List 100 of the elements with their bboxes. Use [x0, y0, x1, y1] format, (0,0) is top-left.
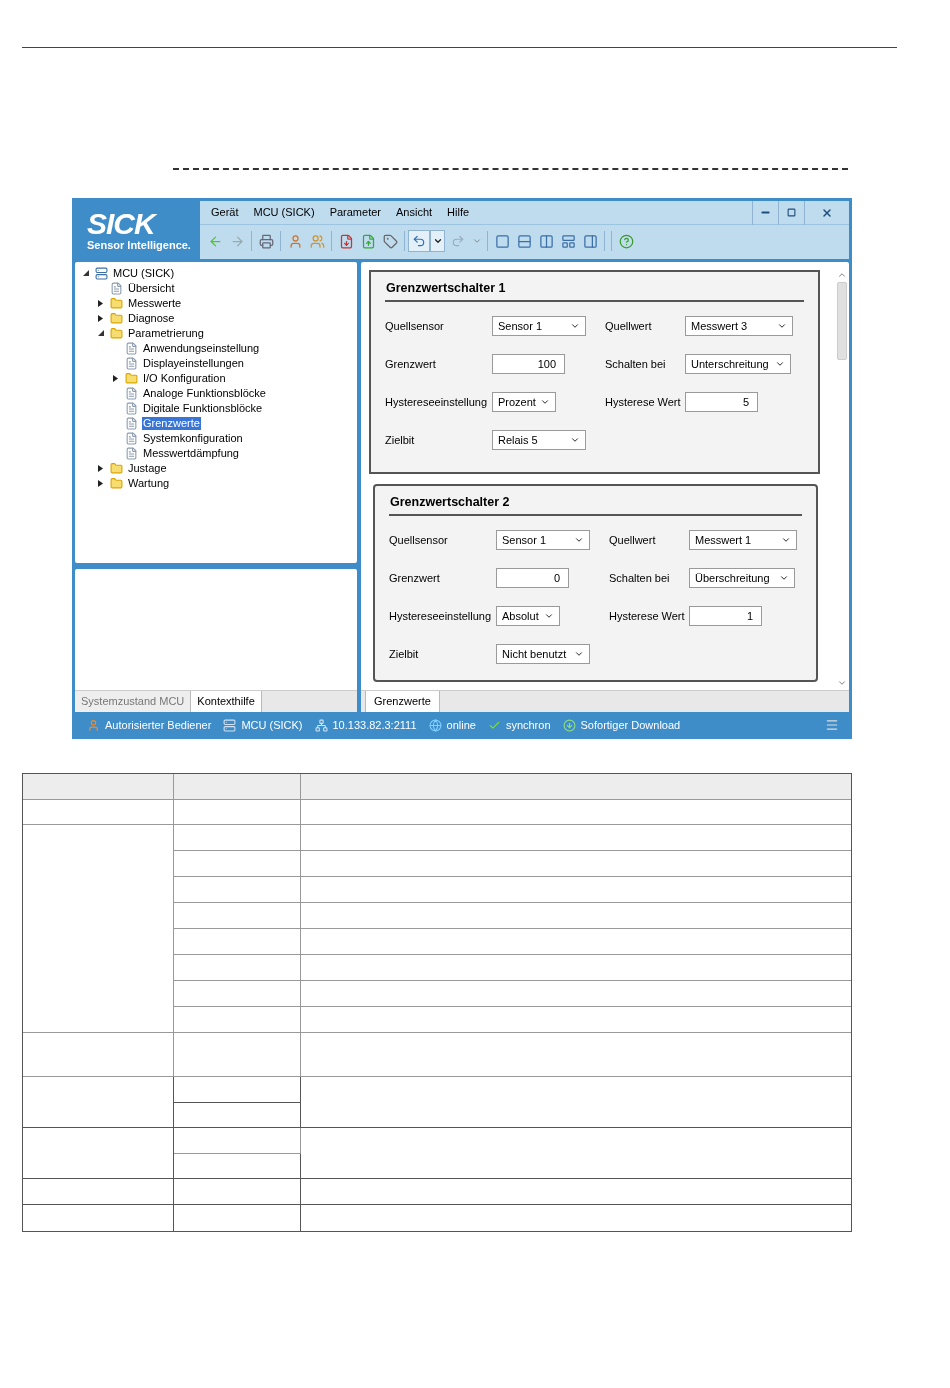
layout-split-icon [582, 233, 598, 249]
field-label: Quellwert [609, 532, 657, 548]
tag-icon [382, 233, 398, 249]
tree-item[interactable]: Digitale Funktionsblöcke [142, 402, 264, 415]
logo-tagline: Sensor Intelligence. [87, 238, 192, 252]
tree-item[interactable]: Analoge Funktionsblöcke [142, 387, 267, 400]
expand-arrow-icon[interactable] [98, 300, 104, 307]
dropdown[interactable]: Absolut [496, 606, 560, 626]
collapse-arrow-icon[interactable] [83, 270, 89, 277]
menu-item[interactable]: MCU (SICK) [249, 204, 319, 221]
field-label: Schalten bei [609, 570, 671, 586]
folder-icon [110, 462, 123, 475]
expand-arrow-icon[interactable] [98, 480, 104, 487]
chevron-down-icon [775, 359, 785, 369]
document-icon [125, 432, 138, 445]
chevron-down-icon [570, 435, 580, 445]
field-label: Quellwert [605, 318, 653, 334]
tree-item[interactable]: Justage [127, 462, 168, 475]
dropdown-button[interactable] [430, 230, 445, 252]
layout-columns-icon [538, 233, 554, 249]
user-icon [287, 233, 303, 249]
input-field[interactable]: 100 [492, 354, 565, 374]
tree-item[interactable]: MCU (SICK) [112, 267, 176, 280]
document-icon [125, 342, 138, 355]
print-icon [258, 233, 274, 249]
document-icon [125, 357, 138, 370]
tree-item[interactable]: Grenzwerte [142, 417, 201, 430]
dropdown[interactable]: Überschreitung [689, 568, 795, 588]
device-icon [95, 267, 108, 280]
tree-item[interactable]: Übersicht [127, 282, 176, 295]
expand-arrow-icon[interactable] [113, 375, 119, 382]
tree-item[interactable]: Messwerte [127, 297, 183, 310]
input-field[interactable]: 0 [496, 568, 569, 588]
chevron-down-icon [779, 573, 789, 583]
forward-icon [229, 233, 245, 249]
redo-icon [451, 234, 465, 248]
folder-icon [110, 312, 123, 325]
maximize-icon [787, 208, 796, 217]
close-icon [821, 206, 833, 219]
dropdown[interactable]: Messwert 3 [685, 316, 793, 336]
menu-item[interactable]: Hilfe [443, 204, 474, 221]
tree-item[interactable]: Wartung [127, 477, 171, 490]
dropdown[interactable]: Unterschreitung [685, 354, 791, 374]
users-icon [309, 233, 325, 249]
field-label: Hystereseeinstellung [389, 608, 493, 624]
dropdown[interactable]: Messwert 1 [689, 530, 797, 550]
status-text: Sofortiger Download [580, 717, 681, 733]
scroll-thumb[interactable] [837, 282, 847, 360]
menu-icon[interactable] [825, 718, 839, 732]
caret-icon [432, 236, 443, 246]
tree-item[interactable]: Displayeinstellungen [142, 357, 245, 370]
tree-item[interactable]: Diagnose [127, 312, 176, 325]
status-text: MCU (SICK) [241, 717, 303, 733]
tree-item[interactable]: Messwertdämpfung [142, 447, 240, 460]
dropdown[interactable]: Prozent [492, 392, 556, 412]
chevron-down-icon [777, 321, 787, 331]
input-field[interactable]: 1 [689, 606, 762, 626]
status-text: Autorisierter Bediener [105, 717, 212, 733]
scroll-up-icon[interactable] [837, 270, 847, 280]
tree-item[interactable]: Parametrierung [127, 327, 205, 340]
tab[interactable]: Grenzwerte [365, 691, 440, 712]
document-icon [125, 387, 138, 400]
collapse-arrow-icon[interactable] [98, 330, 104, 337]
menu-item[interactable]: Ansicht [392, 204, 437, 221]
expand-arrow-icon[interactable] [98, 315, 104, 322]
dropdown[interactable]: Sensor 1 [492, 316, 586, 336]
tab[interactable]: Kontexthilfe [191, 691, 262, 712]
scroll-down-icon[interactable] [837, 678, 847, 688]
tree-item[interactable]: I/O Konfiguration [142, 372, 227, 385]
folder-icon [110, 477, 123, 490]
menu-item[interactable]: Parameter [325, 204, 385, 221]
field-label: Grenzwert [389, 570, 441, 586]
tree-item[interactable]: Systemkonfiguration [142, 432, 244, 445]
document-icon [125, 417, 138, 430]
dropdown[interactable]: Relais 5 [492, 430, 586, 450]
folder-icon [125, 372, 138, 385]
device-icon [223, 718, 237, 732]
expand-arrow-icon[interactable] [98, 465, 104, 472]
chevron-down-icon [570, 321, 580, 331]
network-icon [314, 718, 328, 732]
tree-item[interactable]: Anwendungseinstellung [142, 342, 261, 355]
document-icon [125, 447, 138, 460]
field-label: Quellsensor [385, 318, 445, 334]
logo-brand: SICK [87, 210, 158, 238]
menu-item[interactable]: Gerät [207, 204, 243, 221]
field-label: Hysterese Wert [609, 608, 686, 624]
field-label: Grenzwert [385, 356, 437, 372]
chevron-down-icon [781, 535, 791, 545]
folder-icon [110, 297, 123, 310]
field-label: Schalten bei [605, 356, 667, 372]
chevron-down-icon [574, 649, 584, 659]
user-icon [87, 718, 100, 732]
dropdown[interactable]: Nicht benutzt [496, 644, 590, 664]
dropdown[interactable]: Sensor 1 [496, 530, 590, 550]
field-label: Quellsensor [389, 532, 449, 548]
chevron-down-icon [574, 535, 584, 545]
input-field[interactable]: 5 [685, 392, 758, 412]
tab[interactable]: Systemzustand MCU [75, 691, 192, 712]
chevron-down-icon [544, 611, 554, 621]
undo-button[interactable] [408, 230, 430, 252]
